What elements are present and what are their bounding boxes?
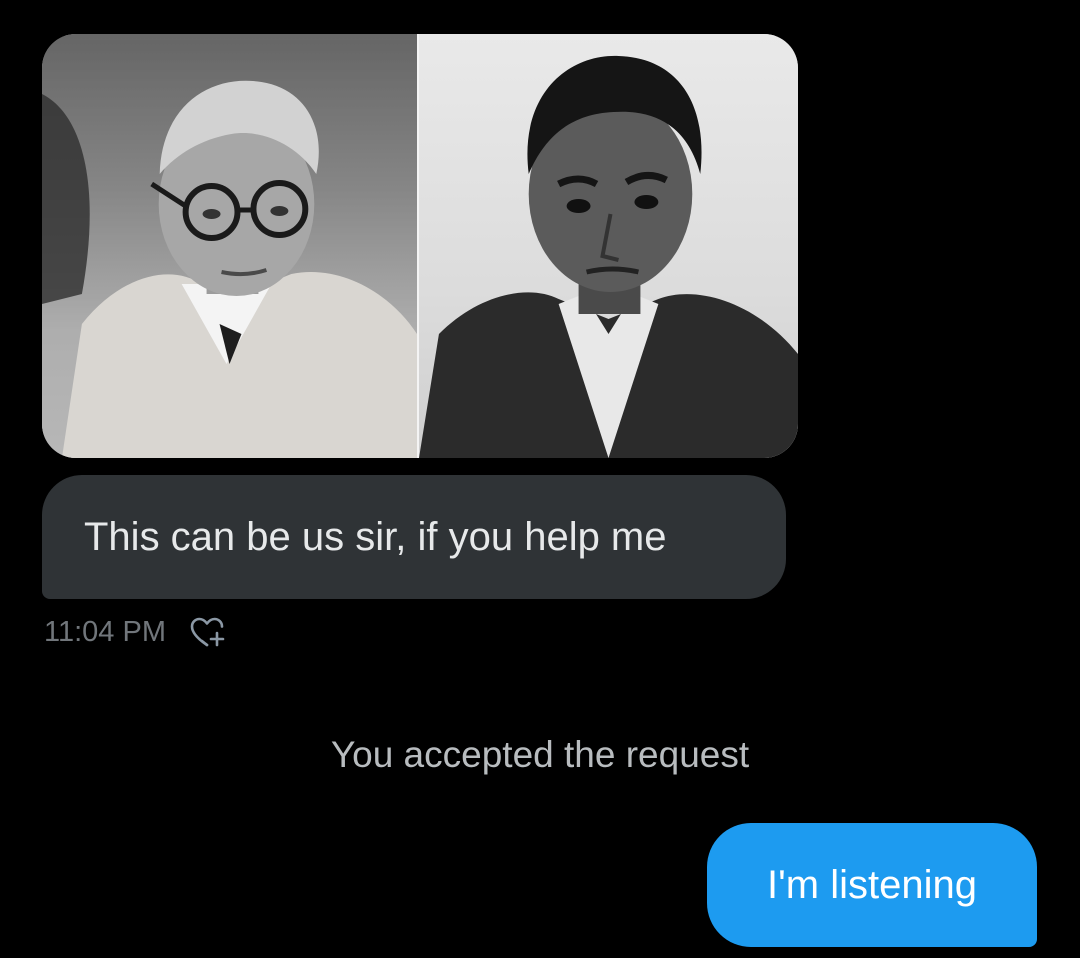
- sent-message-text: I'm listening: [767, 862, 977, 907]
- received-message-meta: 11:04 PM: [44, 612, 228, 652]
- photo-attachment[interactable]: [42, 34, 798, 458]
- portrait-left-illustration: [42, 34, 418, 458]
- received-message-bubble[interactable]: This can be us sir, if you help me: [42, 475, 786, 599]
- portrait-right-illustration: [419, 55, 798, 458]
- add-reaction-heart-icon[interactable]: [188, 614, 228, 650]
- received-message-text: This can be us sir, if you help me: [84, 514, 667, 559]
- portrait-left-image: [42, 34, 418, 458]
- sent-message-bubble[interactable]: I'm listening: [707, 823, 1037, 947]
- portrait-right-image: [419, 34, 798, 458]
- message-timestamp: 11:04 PM: [44, 615, 166, 648]
- system-note-request-accepted: You accepted the request: [330, 734, 750, 775]
